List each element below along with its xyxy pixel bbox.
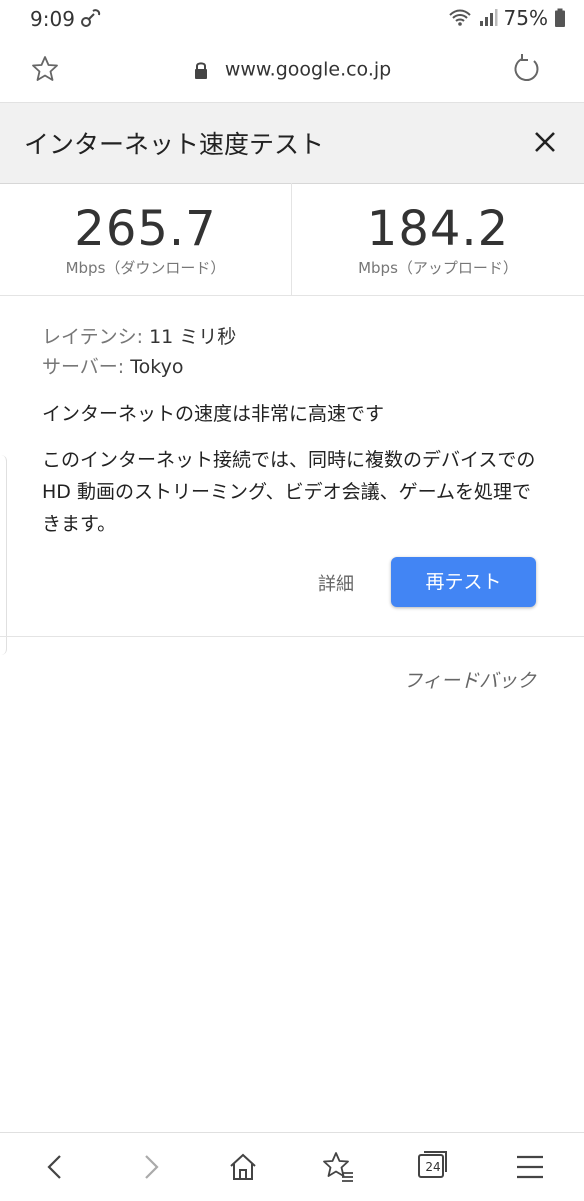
page-title: インターネット速度テスト bbox=[24, 130, 325, 159]
battery-percent: 75% bbox=[503, 6, 548, 30]
side-card-edge bbox=[0, 455, 7, 655]
status-time: 9:09 bbox=[30, 7, 75, 31]
result-info: レイテンシ: 11 ミリ秒 サーバー: Tokyo インターネットの速度は非常に… bbox=[42, 322, 542, 540]
forward-icon[interactable] bbox=[132, 1149, 168, 1185]
actions-row: 詳細 再テスト bbox=[0, 557, 584, 607]
bookmarks-icon[interactable] bbox=[320, 1149, 356, 1185]
speed-metrics: 265.7 Mbps（ダウンロード） 184.2 Mbps（アップロード） bbox=[0, 183, 584, 296]
speed-test-header: インターネット速度テスト bbox=[0, 102, 584, 184]
download-label: Mbps（ダウンロード） bbox=[65, 259, 226, 277]
menu-icon[interactable] bbox=[512, 1149, 548, 1185]
divider bbox=[0, 636, 584, 637]
download-metric: 265.7 Mbps（ダウンロード） bbox=[0, 183, 292, 295]
signal-icon bbox=[479, 9, 498, 26]
upload-metric: 184.2 Mbps（アップロード） bbox=[292, 183, 584, 295]
address-field[interactable]: www.google.co.jp bbox=[0, 58, 584, 81]
status-right: 75% bbox=[448, 6, 566, 30]
server-row: サーバー: Tokyo bbox=[42, 352, 542, 382]
server-key: サーバー: bbox=[42, 356, 125, 378]
close-icon[interactable] bbox=[530, 127, 560, 157]
speed-description: このインターネット接続では、同時に複数のデバイスでのHD 動画のストリーミング、… bbox=[42, 449, 536, 535]
lock-icon bbox=[194, 61, 207, 79]
retest-button[interactable]: 再テスト bbox=[391, 557, 536, 607]
status-bar: 9:09 75% bbox=[0, 0, 584, 36]
details-link[interactable]: 詳細 bbox=[318, 570, 354, 596]
tab-count: 24 bbox=[425, 1160, 441, 1174]
server-value: Tokyo bbox=[124, 356, 184, 378]
battery-icon bbox=[555, 8, 565, 27]
wifi-icon bbox=[448, 9, 471, 26]
reload-icon[interactable] bbox=[510, 52, 544, 86]
tabs-button[interactable]: 24 bbox=[416, 1149, 452, 1185]
back-icon[interactable] bbox=[38, 1149, 74, 1185]
latency-key: レイテンシ: bbox=[42, 326, 144, 348]
latency-value: 11 ミリ秒 bbox=[143, 326, 237, 348]
home-icon[interactable] bbox=[225, 1149, 261, 1185]
link-icon bbox=[81, 9, 101, 27]
url-bar: www.google.co.jp bbox=[0, 36, 584, 102]
upload-label: Mbps（アップロード） bbox=[358, 259, 518, 277]
url-text: www.google.co.jp bbox=[224, 58, 392, 81]
feedback-link[interactable]: フィードバック bbox=[403, 666, 536, 693]
speed-rating: インターネットの速度は非常に高速です bbox=[42, 403, 385, 425]
bottom-nav: 24 bbox=[0, 1132, 584, 1201]
download-value: 265.7 bbox=[74, 201, 217, 257]
upload-value: 184.2 bbox=[366, 201, 510, 257]
latency-row: レイテンシ: 11 ミリ秒 bbox=[42, 322, 542, 352]
